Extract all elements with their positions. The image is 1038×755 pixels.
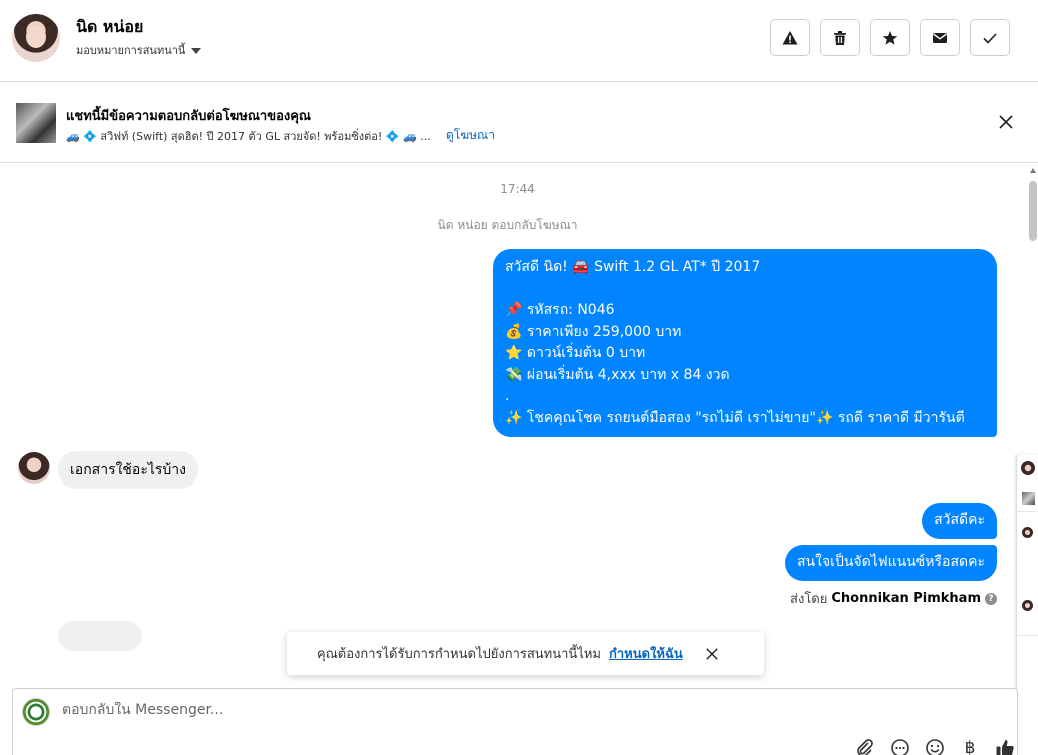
assign-dropdown[interactable]: มอบหมายการสนทนานี้ xyxy=(76,41,202,59)
sent-by-prefix: ส่งโดย xyxy=(790,592,828,607)
assign-to-me-link[interactable]: กำหนดให้ฉัน xyxy=(609,643,683,664)
help-icon[interactable]: ? xyxy=(985,592,997,605)
trash-icon xyxy=(834,30,846,45)
system-note: นิด หน่อย ตอบกลับโฆษณา xyxy=(437,218,578,232)
reply-input[interactable] xyxy=(62,702,962,718)
delete-button[interactable] xyxy=(820,19,860,56)
conversation-header: นิด หน่อย มอบหมายการสนทนานี้ xyxy=(0,0,1038,82)
contact-avatar[interactable] xyxy=(12,14,60,62)
scroll-up-arrow-icon[interactable] xyxy=(1030,168,1036,173)
star-button[interactable] xyxy=(870,19,910,56)
sent-by-info: ส่งโดย Chonnikan Pimkham ? xyxy=(790,588,997,609)
avatar[interactable] xyxy=(1021,461,1035,475)
message-composer: ฿ xyxy=(12,688,1018,755)
avatar[interactable] xyxy=(1022,527,1033,538)
assign-label: มอบหมายการสนทนานี้ xyxy=(76,44,186,57)
scrollbar-thumb[interactable] xyxy=(1029,181,1037,241)
ad-banner-title: แชทนี้มีข้อความตอบกลับต่อโฆษณาของคุณ xyxy=(66,109,311,124)
view-ad-link[interactable]: ดูโฆษณา xyxy=(446,126,495,145)
message-line: . xyxy=(505,388,510,404)
message-line: 📌 รหัสรถ: N046 xyxy=(505,302,615,318)
close-icon[interactable] xyxy=(705,647,719,661)
mark-unread-button[interactable] xyxy=(920,19,960,56)
ad-banner-description: 🚙 💠 สวิฟท์ (Swift) สุดฮิต! ปี 2017 ตัว G… xyxy=(66,130,431,143)
message-line: 💰 ราคาเพียง 259,000 บาท xyxy=(505,323,682,340)
message-timestamp: 17:44 xyxy=(500,182,535,196)
side-panel-edge[interactable] xyxy=(1016,455,1038,755)
message-line xyxy=(505,279,985,301)
like-button[interactable] xyxy=(994,737,1016,755)
ad-reply-banner: แชทนี้มีข้อความตอบกลับต่อโฆษณาของคุณ 🚙 💠… xyxy=(0,83,1038,163)
header-actions xyxy=(770,19,1010,56)
ad-thumbnail[interactable] xyxy=(16,103,56,143)
check-icon xyxy=(983,32,997,44)
star-icon xyxy=(882,30,898,45)
outgoing-message[interactable]: สนใจเป็นจัดไฟแนนซ์หรือสดคะ xyxy=(785,545,997,581)
caret-down-icon xyxy=(191,47,202,54)
mark-done-button[interactable] xyxy=(970,19,1010,56)
composer-tools: ฿ xyxy=(854,737,1016,755)
thumbs-up-icon xyxy=(996,740,1014,755)
emoji-button[interactable] xyxy=(924,737,946,755)
sent-by-name: Chonnikan Pimkham xyxy=(831,591,981,606)
message-line: สวัสดี นิด! 🚘 Swift 1.2 GL AT* ปี 2017 xyxy=(505,259,761,275)
contact-name[interactable]: นิด หน่อย xyxy=(76,15,143,40)
payment-button[interactable]: ฿ xyxy=(959,737,981,755)
message-line: 💸 ผ่อนเริ่มต้น 4,xxx บาท x 84 งวด xyxy=(505,366,730,383)
paperclip-icon xyxy=(857,739,873,755)
divider xyxy=(1017,511,1038,512)
envelope-icon xyxy=(933,32,947,43)
assign-prompt-text: คุณต้องการได้รับการกำหนดไปยังการสนทนานี้… xyxy=(317,647,601,662)
report-button[interactable] xyxy=(770,19,810,56)
outgoing-message[interactable]: สวัสดีคะ xyxy=(922,503,997,539)
contact-avatar-small[interactable] xyxy=(18,452,50,484)
assign-prompt-toast: คุณต้องการได้รับการกำหนดไปยังการสนทนานี้… xyxy=(287,632,764,675)
attach-button[interactable] xyxy=(854,737,876,755)
avatar[interactable] xyxy=(1022,600,1033,611)
incoming-message-partial[interactable] xyxy=(58,621,142,651)
message-thread[interactable]: 17:44 นิด หน่อย ตอบกลับโฆษณา สวัสดี นิด!… xyxy=(0,164,1038,684)
page-logo-avatar xyxy=(22,698,50,726)
chat-bubble-icon xyxy=(891,739,909,755)
outgoing-ad-message[interactable]: สวัสดี นิด! 🚘 Swift 1.2 GL AT* ปี 2017 📌… xyxy=(493,249,997,437)
incoming-message[interactable]: เอกสารใช้อะไรบ้าง xyxy=(58,451,199,489)
message-line: ⭐ ดาวน์เริ่มต้น 0 บาท xyxy=(505,345,646,361)
smiley-icon xyxy=(926,739,944,755)
ad-thumbnail-small[interactable] xyxy=(1022,492,1035,505)
saved-replies-button[interactable] xyxy=(889,737,911,755)
divider xyxy=(1017,635,1038,636)
close-icon[interactable] xyxy=(998,114,1014,130)
warning-icon xyxy=(782,30,798,44)
message-line: ✨ โชคคุณโชค รถยนต์มือสอง "รถไม่ดี เราไม่… xyxy=(505,409,965,426)
